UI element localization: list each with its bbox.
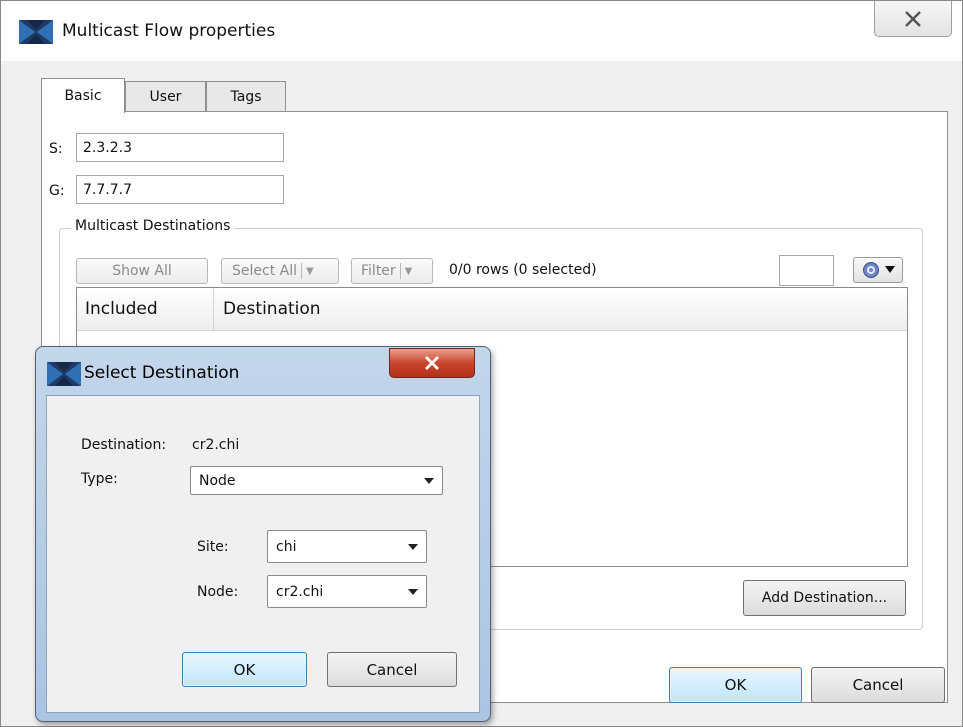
table-settings-button[interactable] <box>853 257 903 283</box>
gear-icon <box>862 262 879 278</box>
dialog-ok-label: OK <box>233 660 256 679</box>
node-select[interactable]: cr2.chi <box>267 575 427 608</box>
dialog-title: Select Destination <box>84 363 240 383</box>
app-logo-icon <box>47 362 81 386</box>
row-status: 0/0 rows (0 selected) <box>449 262 597 278</box>
dropdown-arrow-icon <box>408 588 418 595</box>
site-select[interactable]: chi <box>267 530 427 563</box>
dropdown-arrow-icon: ▼ <box>306 265 314 277</box>
dropdown-arrow-icon: ▼ <box>404 265 413 277</box>
dialog-cancel-button[interactable]: Cancel <box>327 652 457 687</box>
site-label: Site: <box>197 539 229 555</box>
cancel-label: Cancel <box>852 676 904 694</box>
select-destination-dialog: Select Destination Destination: cr2.chi … <box>35 346 491 722</box>
node-label: Node: <box>197 584 239 600</box>
window-title: Multicast Flow properties <box>62 21 276 41</box>
dialog-close-button[interactable] <box>389 348 475 378</box>
dialog-content: Destination: cr2.chi Type: Node Site: ch… <box>46 395 480 713</box>
tab-label: Basic <box>64 88 102 104</box>
node-select-value: cr2.chi <box>276 583 324 600</box>
select-all-button[interactable]: Select All ▼ <box>221 258 339 284</box>
filter-button[interactable]: Filter ▼ <box>351 258 433 284</box>
destination-label: Destination: <box>81 437 167 453</box>
add-destination-label: Add Destination... <box>761 590 888 606</box>
tab-label: User <box>149 89 182 105</box>
filter-label: Filter <box>361 263 396 279</box>
show-all-label: Show All <box>112 263 172 279</box>
type-label: Type: <box>81 471 118 487</box>
cancel-button[interactable]: Cancel <box>811 667 945 703</box>
s-field[interactable]: 2.3.2.3 <box>76 133 284 162</box>
ok-button[interactable]: OK <box>669 667 802 703</box>
ok-label: OK <box>724 676 747 694</box>
column-header-included[interactable]: Included <box>85 288 158 330</box>
dropdown-arrow-icon <box>424 477 434 484</box>
tab-tags[interactable]: Tags <box>206 81 286 112</box>
g-label: G: <box>49 183 65 199</box>
tab-user[interactable]: User <box>125 81 206 112</box>
site-select-value: chi <box>276 538 297 555</box>
type-select[interactable]: Node <box>190 466 443 495</box>
tab-label: Tags <box>230 89 262 105</box>
tab-basic[interactable]: Basic <box>41 78 125 113</box>
type-select-value: Node <box>199 472 236 489</box>
select-all-label: Select All <box>232 263 297 279</box>
dropdown-arrow-icon <box>884 266 895 273</box>
dialog-cancel-label: Cancel <box>366 660 418 679</box>
add-destination-button[interactable]: Add Destination... <box>743 580 906 616</box>
main-titlebar: Multicast Flow properties <box>1 1 962 61</box>
destination-value: cr2.chi <box>192 437 240 453</box>
close-icon <box>905 10 921 27</box>
group-title: Multicast Destinations <box>71 218 235 234</box>
search-input[interactable] <box>779 255 834 286</box>
show-all-button[interactable]: Show All <box>76 258 208 284</box>
app-logo-icon <box>19 20 53 44</box>
column-header-destination[interactable]: Destination <box>223 288 321 330</box>
table-header: Included Destination <box>77 288 907 331</box>
close-icon <box>425 356 439 370</box>
close-button[interactable] <box>874 1 952 37</box>
s-label: S: <box>49 141 63 157</box>
dialog-ok-button[interactable]: OK <box>182 652 307 687</box>
dropdown-arrow-icon <box>408 543 418 550</box>
g-field[interactable]: 7.7.7.7 <box>76 175 284 204</box>
